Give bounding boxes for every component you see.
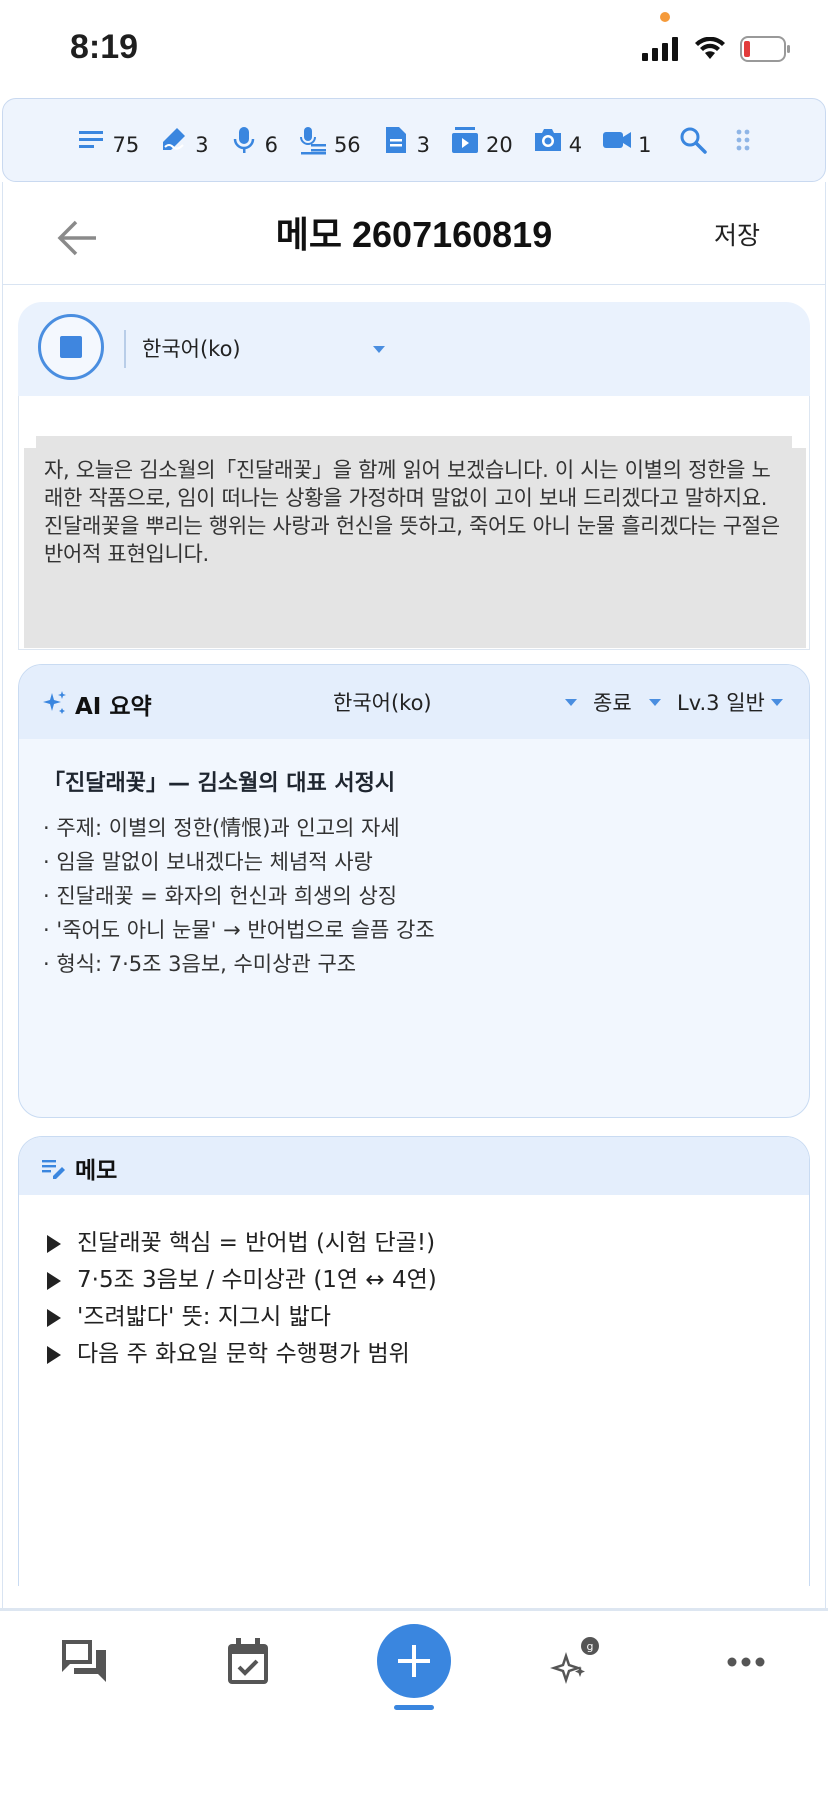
summary-line: · '죽어도 아니 눈물' → 반어법으로 슬픔 강조 (43, 918, 435, 942)
counter-photos[interactable]: 4 (533, 125, 583, 157)
slides-icon (452, 127, 479, 153)
counter-value: 1 (638, 133, 652, 157)
status-icons (642, 34, 792, 64)
counter-value: 56 (333, 133, 361, 157)
drag-handle-icon[interactable] (734, 125, 752, 155)
recording-language-select[interactable]: 한국어(ko) (142, 333, 241, 363)
counter-text[interactable]: 75 (76, 125, 140, 157)
live-transcript: 자, 오늘은 김소월의「진달래꽃」을 함께 읽어 보겠습니다. 이 시는 이별의… (24, 448, 806, 648)
counter-value: 6 (264, 133, 278, 157)
chat-icon[interactable] (58, 1636, 110, 1688)
counter-handwriting[interactable]: 3 (159, 125, 209, 157)
triangle-bullet-icon (47, 1308, 61, 1327)
add-note-button[interactable] (377, 1624, 451, 1698)
summary-line: · 임을 말없이 보내겠다는 체념적 사랑 (43, 850, 373, 874)
camera-icon (534, 129, 561, 151)
summary-line: · 진달래꽃 = 화자의 헌신과 희생의 상징 (43, 884, 398, 908)
memo-text: 진달래꽃 핵심 = 반어법 (시험 단골!) (77, 1230, 436, 1256)
sparkle-icon (43, 691, 66, 714)
memo-title: 메모 (75, 1158, 118, 1184)
stop-icon (60, 336, 82, 358)
memo-bullet: 진달래꽃 핵심 = 반어법 (시험 단골!) (47, 1225, 787, 1262)
microphone-icon (233, 127, 254, 153)
divider (124, 330, 126, 368)
counter-value: 20 (486, 133, 513, 157)
battery-icon (740, 36, 790, 62)
summary-heading: 「진달래꽃」— 김소월의 대표 서정시 (43, 771, 396, 796)
triangle-bullet-icon (47, 1271, 61, 1290)
counter-value: 3 (195, 133, 209, 157)
edit-note-icon (42, 1160, 65, 1179)
stop-recording-button[interactable] (38, 314, 104, 380)
memo-text: 다음 주 화요일 문학 수행평가 범위 (77, 1341, 410, 1367)
handwriting-icon (163, 128, 186, 150)
summary-level-select[interactable]: Lv.3 일반 (677, 687, 765, 717)
active-tab-indicator (394, 1705, 434, 1710)
save-button[interactable]: 저장 (714, 216, 760, 252)
counter-value: 4 (568, 133, 583, 157)
svg-text:g: g (587, 1640, 594, 1653)
memo-bullet: '즈려밟다' 뜻: 지그시 밟다 (47, 1299, 787, 1336)
calendar-check-icon[interactable] (222, 1636, 274, 1688)
document-icon (385, 127, 406, 153)
triangle-bullet-icon (47, 1345, 61, 1364)
counter-transcripts[interactable]: 56 (298, 125, 361, 157)
summary-line: · 주제: 이별의 정한(情恨)과 인고의 자세 (43, 816, 400, 840)
frame-border (2, 182, 3, 1612)
signal-icon (642, 37, 678, 61)
counter-audio[interactable]: 6 (229, 125, 278, 157)
summary-line: · 형식: 7·5조 3음보, 수미상관 구조 (43, 952, 357, 976)
counter-documents[interactable]: 3 (381, 125, 431, 157)
memo-content[interactable]: 진달래꽃 핵심 = 반어법 (시험 단골!) 7·5조 3음보 / 수미상관 (… (47, 1225, 787, 1373)
summary-type-select[interactable]: 종료 (593, 687, 632, 717)
frame-border (825, 182, 826, 1612)
privacy-indicator (660, 12, 670, 22)
memo-bullet: 7·5조 3음보 / 수미상관 (1연 ↔ 4연) (47, 1262, 787, 1299)
video-icon (603, 132, 632, 148)
counter-videos[interactable]: 1 (602, 125, 652, 157)
recording-panel (18, 302, 810, 398)
ai-summary-card: AI 요약 한국어(ko) 종료 Lv.3 일반 「진달래꽃」— 김소월의 대표… (18, 664, 810, 1118)
ai-sparkle-badge-icon[interactable]: g (548, 1636, 600, 1688)
status-time: 8:19 (70, 28, 139, 66)
chevron-down-icon[interactable] (373, 346, 385, 353)
memo-bullet: 다음 주 화요일 문학 수행평가 범위 (47, 1336, 787, 1373)
more-icon[interactable] (720, 1636, 772, 1688)
transcript-mic-icon (299, 127, 326, 155)
counter-value: 3 (416, 133, 431, 157)
summary-language-select[interactable]: 한국어(ko) (333, 687, 432, 717)
wifi-icon (695, 37, 725, 59)
counter-value: 75 (112, 133, 140, 157)
ai-summary-content: 「진달래꽃」— 김소월의 대표 서정시 · 주제: 이별의 정한(情恨)과 인고… (43, 765, 783, 981)
plus-icon (398, 1645, 430, 1677)
triangle-bullet-icon (47, 1234, 61, 1253)
memo-card: 메모 진달래꽃 핵심 = 반어법 (시험 단골!) 7·5조 3음보 / 수미상… (18, 1136, 810, 1586)
chevron-down-icon[interactable] (649, 699, 661, 706)
memo-text: '즈려밟다' 뜻: 지그시 밟다 (77, 1304, 331, 1330)
memo-header (19, 1137, 809, 1195)
content-counters-bar: 75 3 6 56 3 20 4 1 (2, 98, 826, 182)
memo-text: 7·5조 3음보 / 수미상관 (1연 ↔ 4연) (77, 1267, 437, 1293)
chevron-down-icon[interactable] (565, 699, 577, 706)
page-title: 메모 2607160819 (275, 214, 553, 255)
counter-slides[interactable]: 20 (450, 125, 513, 157)
search-icon[interactable] (678, 125, 708, 155)
ai-summary-title: AI 요약 (75, 694, 152, 720)
text-lines-icon (79, 131, 104, 148)
chevron-down-icon[interactable] (771, 699, 783, 706)
